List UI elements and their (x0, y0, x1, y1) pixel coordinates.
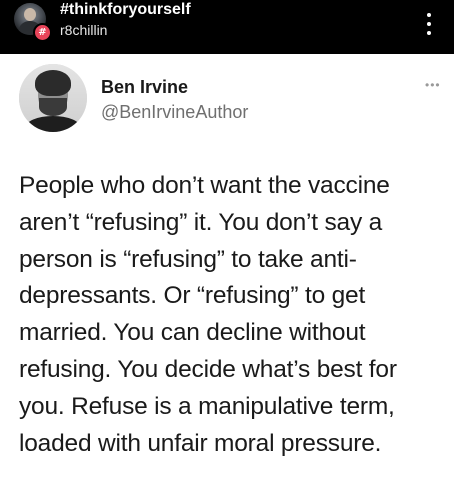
username-link[interactable]: r8chillin (60, 21, 107, 39)
author-handle[interactable]: @BenIrvineAuthor (101, 101, 248, 123)
tweet-line: you. Refuse is a manipulative term, (19, 392, 395, 420)
tweet-line: loaded with unfair moral pressure. (19, 429, 382, 457)
author-avatar[interactable] (19, 64, 87, 132)
more-horizontal-icon[interactable]: ••• (425, 79, 445, 91)
tweet-line: depressants. Or “refusing” to get (19, 282, 366, 310)
author-name[interactable]: Ben Irvine (101, 76, 188, 98)
tweet-line: aren’t “refusing” it. You don’t say a (19, 208, 383, 236)
more-vertical-icon[interactable] (414, 8, 444, 40)
hashtag-badge-icon: # (33, 23, 52, 42)
tweet-body: People who don’t want the vaccine aren’t… (19, 168, 449, 462)
tweet-line: person is “refusing” to take anti- (19, 245, 357, 273)
avatar-beard (39, 98, 67, 116)
tweet-card: Ben Irvine @BenIrvineAuthor ••• People w… (0, 54, 454, 500)
tweet-line: People who don’t want the vaccine (19, 172, 390, 199)
avatar-hair (35, 70, 71, 96)
hashtag-title[interactable]: #thinkforyourself (60, 0, 191, 20)
avatar-head (24, 8, 36, 21)
tweet-line: refusing. You decide what’s best for (19, 355, 397, 383)
tweet-line: married. You can decline without (19, 319, 366, 347)
post-header: # #thinkforyourself r8chillin (0, 0, 454, 54)
